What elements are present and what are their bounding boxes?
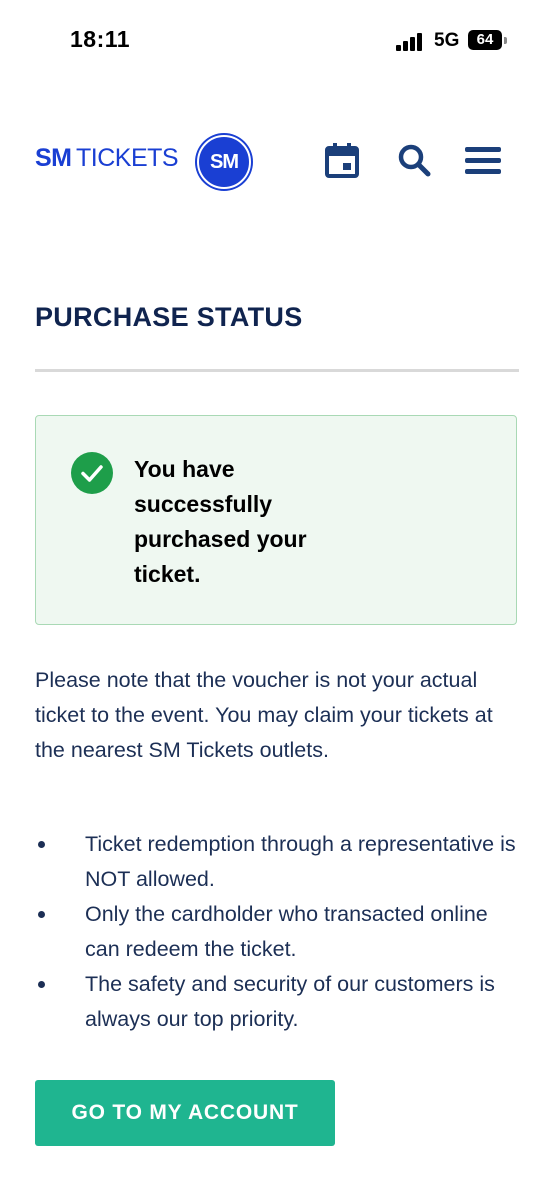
list-item: Only the cardholder who transacted onlin…: [35, 897, 519, 967]
status-time: 18:11: [70, 26, 131, 52]
go-to-account-button[interactable]: GO TO MY ACCOUNT: [35, 1080, 335, 1146]
list-item: Ticket redemption through a representati…: [35, 827, 519, 897]
battery-tip: [504, 37, 507, 44]
list-item: The safety and security of our customers…: [35, 967, 519, 1037]
logo-regular: TICKETS: [76, 144, 179, 172]
page-title: PURCHASE STATUS: [35, 302, 303, 332]
voucher-note: Please note that the voucher is not your…: [35, 668, 493, 762]
rule-text: The safety and security of our customers…: [85, 972, 495, 1031]
site-header: SM TICKETS SM: [0, 128, 554, 192]
sm-logo-icon[interactable]: SM: [197, 135, 251, 189]
signal-icon: [396, 33, 426, 51]
bullet-dot: [38, 911, 45, 918]
bullet-dot: [38, 841, 45, 848]
title-divider: [35, 369, 519, 372]
check-circle-icon: [71, 452, 113, 494]
success-message: You have successfully purchased your tic…: [134, 456, 307, 587]
network-type: 5G: [434, 30, 460, 51]
status-bar: 18:11 5G 64: [0, 0, 554, 80]
rule-text: Ticket redemption through a representati…: [85, 832, 516, 891]
menu-icon[interactable]: [463, 140, 503, 180]
rule-text: Only the cardholder who transacted onlin…: [85, 902, 488, 961]
battery-icon: 64: [468, 30, 502, 50]
calendar-icon[interactable]: [322, 140, 362, 180]
redemption-rules: Ticket redemption through a representati…: [35, 827, 519, 1037]
bullet-dot: [38, 981, 45, 988]
search-icon[interactable]: [394, 140, 434, 180]
logo-wordmark[interactable]: SM TICKETS: [35, 144, 179, 173]
success-alert: You have successfully purchased your tic…: [35, 415, 517, 625]
logo-bold: SM: [35, 144, 72, 172]
